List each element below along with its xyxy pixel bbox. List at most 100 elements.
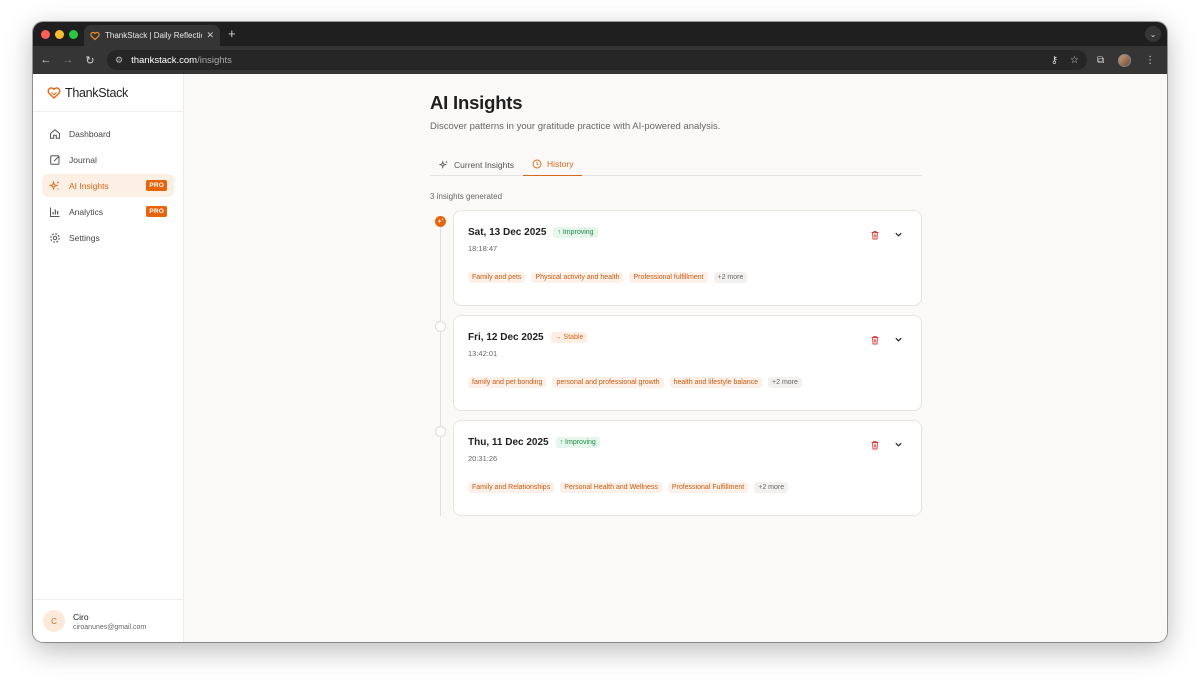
- trash-icon[interactable]: [869, 229, 880, 240]
- close-window-button[interactable]: [41, 30, 50, 39]
- trash-icon[interactable]: [869, 439, 880, 450]
- reload-icon[interactable]: ↻: [79, 54, 101, 67]
- minimize-window-button[interactable]: [55, 30, 64, 39]
- bar-chart-icon: [49, 206, 61, 218]
- insight-card[interactable]: Sat, 13 Dec 2025 ↑ Improving 18:18:47 Fa…: [453, 210, 922, 306]
- browser-tab-title: ThankStack | Daily Reflection: [105, 31, 203, 40]
- sparkles-icon: [49, 179, 61, 192]
- sidebar-item-dashboard[interactable]: Dashboard: [42, 122, 174, 145]
- insight-tags: family and pet bonding personal and prof…: [468, 377, 802, 388]
- theme-tag: Professional fulfillment: [629, 272, 708, 283]
- sparkles-icon: [439, 159, 449, 170]
- timeline-dot: [435, 426, 446, 437]
- sidebar-item-label: Dashboard: [69, 128, 111, 139]
- back-arrow-icon[interactable]: ←: [35, 54, 57, 66]
- app-root: ThankStack Dashboard Journal AI Insights…: [33, 74, 1167, 642]
- more-tags-badge: +2 more: [754, 482, 789, 493]
- timeline-dot: [435, 321, 446, 332]
- sidebar-item-label: Journal: [69, 154, 97, 165]
- trash-icon[interactable]: [869, 334, 880, 345]
- forward-arrow-icon[interactable]: →: [57, 54, 79, 66]
- theme-tag: Family and pets: [468, 272, 526, 283]
- insight-date: Sat, 13 Dec 2025: [468, 227, 547, 238]
- theme-tag: personal and professional growth: [552, 377, 664, 388]
- heart-logo-icon: [47, 86, 61, 100]
- page-title: AI Insights: [430, 92, 523, 113]
- chevron-down-icon[interactable]: [893, 439, 904, 450]
- insight-date: Fri, 12 Dec 2025: [468, 332, 544, 343]
- site-settings-icon[interactable]: ⚙: [115, 55, 123, 66]
- insights-tabs: Current Insights History: [430, 153, 922, 176]
- tab-label: History: [547, 159, 574, 169]
- sidebar: ThankStack Dashboard Journal AI Insights…: [33, 74, 184, 642]
- journal-icon: [49, 154, 61, 166]
- tab-current-insights[interactable]: Current Insights: [430, 153, 523, 176]
- insights-count: 3 insights generated: [430, 192, 503, 201]
- theme-tag: Physical activity and health: [531, 272, 624, 283]
- brand-name: ThankStack: [65, 85, 129, 100]
- clock-icon: [532, 159, 542, 169]
- browser-menu-icon[interactable]: ⋮: [1145, 55, 1155, 66]
- profile-avatar[interactable]: [1118, 53, 1132, 67]
- insight-actions: [869, 439, 904, 450]
- insight-time: 13:42:01: [468, 349, 498, 358]
- insight-tags: Family and Relationships Personal Health…: [468, 482, 789, 493]
- pro-badge: PRO: [146, 180, 167, 191]
- theme-tag: Personal Health and Wellness: [560, 482, 662, 493]
- browser-toolbar: ← → ↻ ⚙ thankstack.com /insights ⚷ ☆ ⧉ ⋮: [33, 46, 1167, 74]
- tab-search-chevron-icon[interactable]: ⌄: [1145, 26, 1161, 42]
- url-host: thankstack.com: [131, 54, 198, 66]
- sidebar-item-label: AI Insights: [69, 180, 109, 191]
- pro-badge: PRO: [146, 206, 167, 217]
- sidebar-item-journal[interactable]: Journal: [42, 148, 174, 171]
- insights-page: AI Insights Discover patterns in your gr…: [430, 92, 922, 516]
- insight-time: 20:31:26: [468, 454, 498, 463]
- trend-badge: ↑ Improving: [555, 437, 600, 448]
- browser-tabstrip: ThankStack | Daily Reflection ✕ + ⌄: [33, 22, 1167, 46]
- tab-label: Current Insights: [454, 159, 514, 170]
- insight-card-header: Sat, 13 Dec 2025 ↑ Improving: [468, 227, 598, 238]
- browser-window: ThankStack | Daily Reflection ✕ + ⌄ ← → …: [33, 22, 1167, 642]
- insight-actions: [869, 334, 904, 345]
- sidebar-item-label: Settings: [69, 232, 100, 243]
- user-info: Ciro ciroanunes@gmail.com: [73, 612, 146, 631]
- insight-time: 18:18:47: [468, 244, 498, 253]
- user-name: Ciro: [73, 611, 89, 622]
- user-profile[interactable]: C Ciro ciroanunes@gmail.com: [33, 599, 183, 642]
- heart-favicon-icon: [90, 31, 100, 41]
- page-subtitle: Discover patterns in your gratitude prac…: [430, 121, 721, 132]
- bookmark-star-icon[interactable]: ☆: [1070, 55, 1079, 66]
- brand-logo[interactable]: ThankStack: [33, 74, 183, 112]
- trend-badge: → Stable: [550, 332, 588, 343]
- sidebar-item-settings[interactable]: Settings: [42, 226, 174, 249]
- browser-tab[interactable]: ThankStack | Daily Reflection ✕: [84, 25, 220, 46]
- user-email: ciroanunes@gmail.com: [73, 623, 147, 631]
- password-key-icon[interactable]: ⚷: [1051, 55, 1058, 66]
- insight-date: Thu, 11 Dec 2025: [468, 437, 549, 448]
- main-content: AI Insights Discover patterns in your gr…: [184, 74, 1167, 642]
- chevron-down-icon[interactable]: [893, 229, 904, 240]
- timeline-line: [440, 216, 441, 516]
- insight-tags: Family and pets Physical activity and he…: [468, 272, 748, 283]
- extensions-puzzle-icon[interactable]: ⧉: [1097, 55, 1104, 66]
- trend-badge: ↑ Improving: [553, 227, 598, 238]
- timeline-dot-active: [435, 216, 446, 227]
- gear-icon: [49, 232, 61, 244]
- maximize-window-button[interactable]: [69, 30, 78, 39]
- new-tab-icon[interactable]: +: [228, 26, 236, 41]
- close-tab-icon[interactable]: ✕: [206, 30, 214, 41]
- sidebar-item-analytics[interactable]: Analytics PRO: [42, 200, 174, 223]
- insight-actions: [869, 229, 904, 240]
- sidebar-item-label: Analytics: [69, 206, 104, 217]
- sidebar-item-ai-insights[interactable]: AI Insights PRO: [42, 174, 174, 197]
- sidebar-nav: Dashboard Journal AI Insights PRO Analyt…: [33, 112, 183, 249]
- chevron-down-icon[interactable]: [893, 334, 904, 345]
- address-bar[interactable]: ⚙ thankstack.com /insights ⚷ ☆: [107, 50, 1087, 70]
- url-path: /insights: [197, 54, 232, 66]
- theme-tag: Professional Fulfillment: [667, 482, 749, 493]
- theme-tag: Family and Relationships: [468, 482, 555, 493]
- insight-card[interactable]: Fri, 12 Dec 2025 → Stable 13:42:01 famil…: [453, 315, 922, 411]
- insight-card-header: Fri, 12 Dec 2025 → Stable: [468, 332, 588, 343]
- tab-history[interactable]: History: [523, 153, 583, 176]
- insight-card[interactable]: Thu, 11 Dec 2025 ↑ Improving 20:31:26 Fa…: [453, 420, 922, 516]
